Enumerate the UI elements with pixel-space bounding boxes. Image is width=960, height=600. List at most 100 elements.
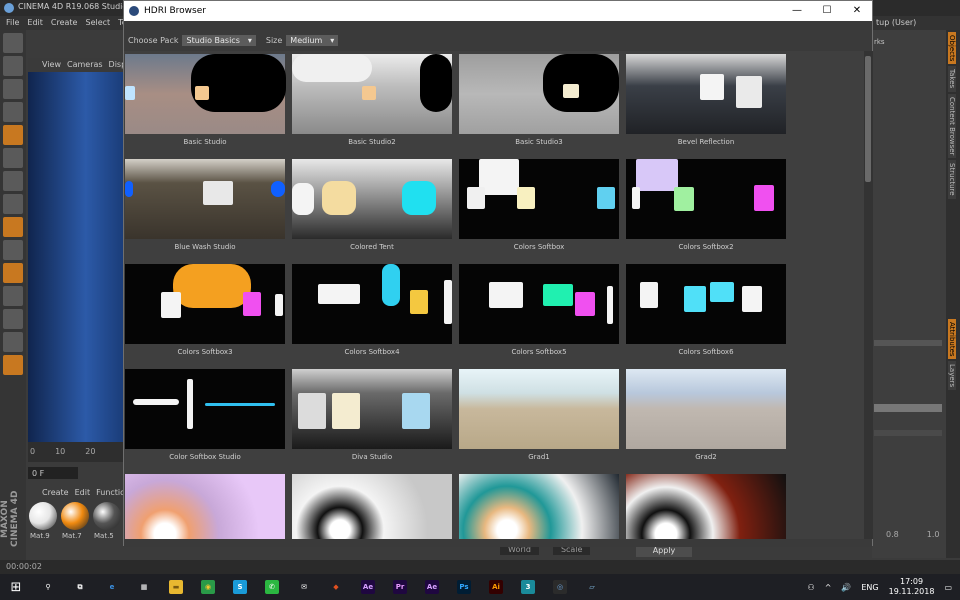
edge-icon[interactable]: e — [96, 574, 128, 600]
maximize-button[interactable]: ☐ — [812, 1, 842, 21]
menu-select[interactable]: Select — [85, 18, 110, 30]
material-swatch[interactable] — [61, 502, 89, 530]
hdri-thumbnail[interactable] — [626, 369, 786, 449]
hdri-titlebar[interactable]: HDRI Browser — ☐ ✕ — [124, 1, 872, 21]
undo-tool-icon[interactable] — [3, 33, 23, 53]
viewport[interactable] — [28, 72, 124, 442]
softbox-light — [684, 286, 706, 312]
softbox-light — [754, 185, 774, 211]
paint-tool-icon[interactable] — [3, 263, 23, 283]
object-mode-icon[interactable] — [3, 102, 23, 122]
tab-content-browser[interactable]: Content Browser — [948, 93, 956, 159]
illustrator-icon[interactable]: Ai — [480, 574, 512, 600]
softbox-light — [517, 187, 535, 209]
softbox-light — [742, 286, 762, 312]
hdri-thumbnail[interactable] — [459, 264, 619, 344]
clock-time: 17:09 — [900, 577, 924, 586]
softbox-light — [410, 290, 428, 314]
hdri-thumbnail[interactable] — [292, 264, 452, 344]
snap-tool-icon[interactable] — [3, 240, 23, 260]
task-view-icon[interactable]: ⧉ — [64, 574, 96, 600]
layout-selector[interactable]: tup (User) — [872, 16, 960, 30]
hdri-window-icon — [129, 6, 139, 16]
app-3-icon[interactable]: 3 — [512, 574, 544, 600]
material-menubar: Create Edit Functio — [28, 488, 125, 500]
mail-icon[interactable]: ✉ — [288, 574, 320, 600]
hdri-thumbnail[interactable] — [292, 474, 452, 539]
view-tool-icon[interactable] — [3, 56, 23, 76]
hdri-thumbnail[interactable] — [459, 369, 619, 449]
tab-takes[interactable]: Takes — [948, 66, 956, 92]
minimize-button[interactable]: — — [782, 1, 812, 21]
hdri-thumbnail[interactable] — [459, 474, 619, 539]
material-swatch[interactable] — [93, 502, 121, 530]
people-icon[interactable]: ⚇ — [808, 583, 815, 592]
skype-icon[interactable]: S — [224, 574, 256, 600]
premiere-icon[interactable]: Pr — [384, 574, 416, 600]
texture-mode-icon[interactable] — [3, 125, 23, 145]
axis-tool-icon[interactable] — [3, 217, 23, 237]
softbox-light — [575, 292, 595, 316]
tab-layers[interactable]: Layers — [948, 361, 956, 391]
explorer-icon[interactable]: ▬ — [160, 574, 192, 600]
whatsapp-icon[interactable]: ✆ — [256, 574, 288, 600]
clock-date: 19.11.2018 — [888, 587, 935, 596]
app-notes-icon[interactable]: ▱ — [576, 574, 608, 600]
tab-objects[interactable]: Objects — [948, 32, 956, 65]
material-menu-create[interactable]: Create — [42, 488, 69, 500]
frame-field[interactable]: 0 F — [28, 467, 78, 479]
material-menu-function[interactable]: Functio — [96, 488, 125, 500]
tab-structure[interactable]: Structure — [948, 160, 956, 199]
hdri-bottom-edge — [124, 539, 872, 547]
script-tool-icon[interactable] — [3, 355, 23, 375]
polygons-mode-icon[interactable] — [3, 194, 23, 214]
tab-attributes[interactable]: Attributes — [948, 318, 956, 360]
close-button[interactable]: ✕ — [842, 1, 872, 21]
menu-edit[interactable]: Edit — [27, 18, 43, 30]
model-mode-icon[interactable] — [3, 79, 23, 99]
download-tool-icon[interactable] — [3, 332, 23, 352]
cinema4d-icon[interactable]: ◎ — [544, 574, 576, 600]
viewport-menu-cameras[interactable]: Cameras — [67, 60, 103, 72]
volume-icon[interactable]: 🔊 — [841, 583, 851, 592]
softbox-light — [187, 379, 193, 429]
softbox-light — [125, 86, 135, 100]
photoshop-icon[interactable]: Ps — [448, 574, 480, 600]
softbox-light — [636, 159, 678, 191]
vertical-scrollbar[interactable] — [864, 51, 873, 539]
curve-ticks: 0.8 1.0 — [886, 530, 939, 539]
hdri-thumbnail-label: Basic Studio3 — [515, 138, 563, 146]
search-icon[interactable]: ⚲ — [32, 574, 64, 600]
clock[interactable]: 17:09 19.11.2018 — [889, 577, 935, 597]
menu-file[interactable]: File — [6, 18, 19, 30]
right-vertical-tabs: Objects Takes Content Browser Structure … — [946, 30, 960, 558]
scroll-thumb[interactable] — [865, 56, 871, 182]
app-ax-icon[interactable]: ◆ — [320, 574, 352, 600]
language-indicator[interactable]: ENG — [861, 583, 878, 592]
hdri-thumbnail[interactable] — [125, 474, 285, 539]
attribute-slider[interactable] — [874, 404, 942, 412]
chrome-icon[interactable]: ◉ — [192, 574, 224, 600]
tray-chevron-icon[interactable]: ^ — [825, 583, 832, 592]
grid-tool-icon[interactable] — [3, 309, 23, 329]
after-effects-2-glyph: Ae — [425, 580, 439, 594]
material-menu-edit[interactable]: Edit — [75, 488, 91, 500]
edges-mode-icon[interactable] — [3, 171, 23, 191]
choose-pack-label: Choose Pack — [128, 35, 179, 45]
hdri-thumbnail[interactable] — [626, 474, 786, 539]
after-effects-2-icon[interactable]: Ae — [416, 574, 448, 600]
store-icon[interactable]: ▦ — [128, 574, 160, 600]
hdri-grid[interactable]: Basic Studio Basic Studio2 Basic Studio3 Be… — [124, 51, 864, 539]
size-dropdown[interactable]: Medium ▾ — [286, 34, 339, 46]
notifications-icon[interactable]: ▭ — [944, 583, 952, 592]
material-swatch[interactable] — [29, 502, 57, 530]
hdri-thumbnail[interactable] — [125, 369, 285, 449]
choose-pack-dropdown[interactable]: Studio Basics ▾ — [182, 34, 256, 46]
points-mode-icon[interactable] — [3, 148, 23, 168]
lock-tool-icon[interactable] — [3, 286, 23, 306]
start-button[interactable]: ⊞ — [0, 574, 32, 600]
menu-create[interactable]: Create — [51, 18, 78, 30]
softbox-light — [173, 264, 251, 308]
after-effects-icon[interactable]: Ae — [352, 574, 384, 600]
viewport-menu-view[interactable]: View — [42, 60, 61, 72]
